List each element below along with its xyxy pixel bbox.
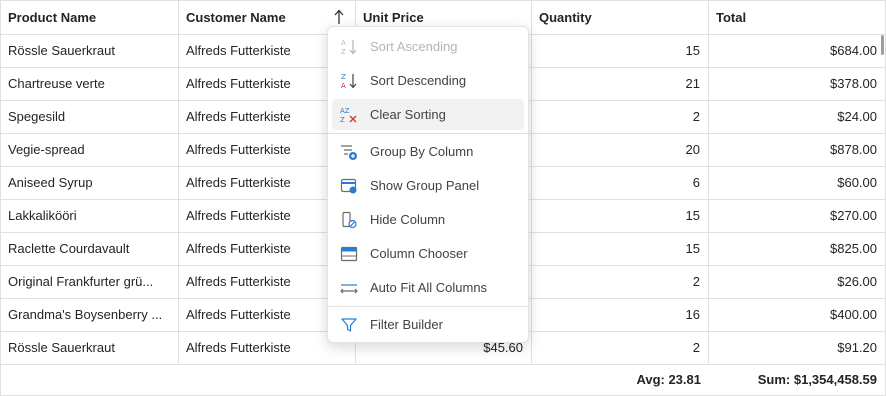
menu-item-auto-fit-all-columns[interactable]: Auto Fit All Columns: [332, 272, 524, 303]
menu-separator: [328, 133, 528, 134]
cell-product-name[interactable]: Rössle Sauerkraut: [1, 35, 179, 67]
cell-total[interactable]: $684.00: [709, 35, 885, 67]
svg-text:Z: Z: [340, 116, 345, 124]
cell-total[interactable]: $825.00: [709, 233, 885, 265]
column-chooser-icon: [340, 246, 358, 261]
column-header-label: Customer Name: [186, 10, 286, 25]
menu-item-label: Filter Builder: [370, 317, 443, 332]
column-header-label: Total: [716, 10, 747, 25]
group-by-column-icon: [341, 144, 357, 160]
column-header-label: Quantity: [539, 10, 592, 25]
svg-text:A: A: [341, 39, 346, 47]
menu-item-label: Group By Column: [370, 144, 474, 159]
svg-text:AZ: AZ: [340, 107, 350, 115]
cell-product-name[interactable]: Grandma's Boysenberry ...: [1, 299, 179, 331]
grid-footer: Avg: 23.81 Sum: $1,354,458.59: [1, 364, 885, 395]
cell-quantity[interactable]: 2: [532, 101, 709, 133]
menu-item-label: Auto Fit All Columns: [370, 280, 488, 295]
column-context-menu: A Z Sort Ascending Z A Sort Descending A…: [327, 26, 529, 343]
cell-total[interactable]: $26.00: [709, 266, 885, 298]
svg-text:Z: Z: [341, 48, 346, 56]
column-header-label: Unit Price: [363, 10, 424, 25]
clear-sorting-icon: AZ Z: [340, 107, 357, 124]
cell-total[interactable]: $378.00: [709, 68, 885, 100]
auto-fit-icon: [340, 283, 358, 293]
cell-total[interactable]: $400.00: [709, 299, 885, 331]
cell-product-name[interactable]: Aniseed Syrup: [1, 167, 179, 199]
cell-product-name[interactable]: Vegie-spread: [1, 134, 179, 166]
cell-total[interactable]: $24.00: [709, 101, 885, 133]
cell-product-name[interactable]: Lakkalikööri: [1, 200, 179, 232]
menu-item-group-by-column[interactable]: Group By Column: [332, 136, 524, 167]
group-panel-icon: [340, 178, 357, 193]
menu-item-label: Show Group Panel: [370, 178, 480, 193]
cell-product-name[interactable]: Spegesild: [1, 101, 179, 133]
cell-total[interactable]: $270.00: [709, 200, 885, 232]
cell-product-name[interactable]: Raclette Courdavault: [1, 233, 179, 265]
menu-separator: [328, 306, 528, 307]
cell-total[interactable]: $60.00: [709, 167, 885, 199]
menu-item-hide-column[interactable]: Hide Column: [332, 204, 524, 235]
menu-item-sort-descending[interactable]: Z A Sort Descending: [332, 65, 524, 96]
menu-item-column-chooser[interactable]: Column Chooser: [332, 238, 524, 269]
vertical-scrollbar-thumb[interactable]: [881, 35, 884, 55]
cell-total[interactable]: $91.20: [709, 332, 885, 364]
hide-column-icon: [342, 211, 357, 228]
cell-total[interactable]: $878.00: [709, 134, 885, 166]
cell-quantity[interactable]: 21: [532, 68, 709, 100]
cell-quantity[interactable]: 20: [532, 134, 709, 166]
svg-text:Z: Z: [341, 73, 346, 81]
sort-ascending-arrow-icon: [334, 9, 344, 24]
cell-product-name[interactable]: Original Frankfurter grü...: [1, 266, 179, 298]
filter-icon: [341, 317, 357, 332]
column-header-label: Product Name: [8, 10, 97, 25]
menu-item-label: Hide Column: [370, 212, 446, 227]
column-header-product-name[interactable]: Product Name: [1, 1, 179, 34]
menu-item-clear-sorting[interactable]: AZ Z Clear Sorting: [332, 99, 524, 130]
cell-product-name[interactable]: Chartreuse verte: [1, 68, 179, 100]
column-header-quantity[interactable]: Quantity: [532, 1, 709, 34]
menu-item-label: Column Chooser: [370, 246, 468, 261]
menu-item-label: Sort Descending: [370, 73, 467, 88]
cell-quantity[interactable]: 16: [532, 299, 709, 331]
menu-item-show-group-panel[interactable]: Show Group Panel: [332, 170, 524, 201]
sort-ascending-icon: A Z: [341, 39, 357, 56]
cell-quantity[interactable]: 2: [532, 332, 709, 364]
cell-quantity[interactable]: 15: [532, 200, 709, 232]
menu-item-label: Clear Sorting: [370, 107, 446, 122]
quantity-summary: Avg: 23.81: [636, 372, 701, 387]
cell-quantity[interactable]: 15: [532, 35, 709, 67]
menu-item-label: Sort Ascending: [370, 39, 458, 54]
total-summary: Sum: $1,354,458.59: [757, 372, 877, 387]
cell-quantity[interactable]: 2: [532, 266, 709, 298]
column-header-total[interactable]: Total: [709, 1, 885, 34]
menu-item-sort-ascending[interactable]: A Z Sort Ascending: [332, 31, 524, 62]
sort-descending-icon: Z A: [341, 73, 357, 90]
cell-quantity[interactable]: 15: [532, 233, 709, 265]
svg-text:A: A: [341, 82, 346, 90]
cell-product-name[interactable]: Rössle Sauerkraut: [1, 332, 179, 364]
cell-quantity[interactable]: 6: [532, 167, 709, 199]
menu-item-filter-builder[interactable]: Filter Builder: [332, 309, 524, 340]
